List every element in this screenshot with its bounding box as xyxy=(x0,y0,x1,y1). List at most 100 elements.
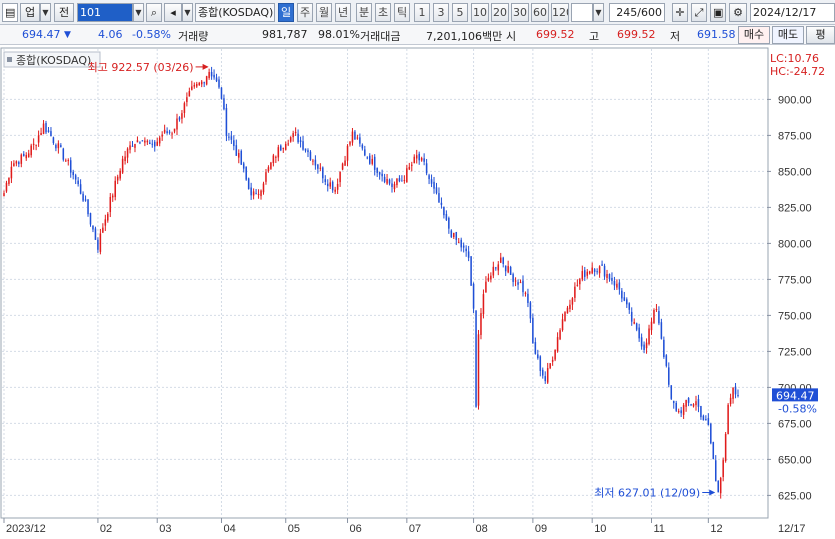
candle-body xyxy=(356,137,359,139)
candle-body xyxy=(383,176,386,182)
candle-body xyxy=(62,148,65,160)
candle-body xyxy=(307,150,309,153)
y-tick-label: 625.00 xyxy=(778,490,812,502)
candle-body xyxy=(697,399,700,407)
candle-body xyxy=(334,189,336,192)
interval-120-button[interactable]: 120 xyxy=(551,3,569,22)
period-month-button[interactable]: 월 xyxy=(316,3,332,22)
candle-body xyxy=(171,133,173,135)
candle-body xyxy=(687,398,690,403)
interval-dropdown-icon[interactable]: ▼ xyxy=(593,3,604,22)
candle-body xyxy=(655,309,658,311)
candle-body xyxy=(682,404,685,415)
candle-body xyxy=(319,167,322,169)
candle-body xyxy=(284,143,287,150)
candle-body xyxy=(183,103,186,113)
interval-3-button[interactable]: 3 xyxy=(433,3,449,22)
candle-body xyxy=(695,401,697,406)
candle-body xyxy=(252,191,255,196)
period-day-button[interactable]: 일 xyxy=(278,3,294,22)
candle-body xyxy=(349,141,351,145)
interval-60-button[interactable]: 60 xyxy=(531,3,549,22)
custom-interval-input[interactable] xyxy=(571,3,593,22)
save-icon[interactable]: ▣ xyxy=(710,3,726,22)
y-tick-label: 875.00 xyxy=(778,130,812,142)
candle-body xyxy=(25,155,28,159)
y-tick-label: 825.00 xyxy=(778,202,812,214)
candle-body xyxy=(517,282,519,285)
candle-body xyxy=(635,323,638,330)
search-icon[interactable]: ⌕ xyxy=(146,3,162,22)
candle-body xyxy=(653,309,655,324)
interval-10-button[interactable]: 10 xyxy=(471,3,489,22)
buy-button[interactable]: 매수 xyxy=(738,26,770,44)
count-input[interactable]: 245/600 xyxy=(609,3,665,22)
crosshair-icon[interactable]: ✛ xyxy=(672,3,688,22)
candle-body xyxy=(574,286,576,298)
candle-body xyxy=(677,411,680,413)
candle-body xyxy=(705,419,707,421)
candle-body xyxy=(8,177,10,184)
chart-type-icon[interactable]: ▤ xyxy=(2,3,18,22)
candle-body xyxy=(660,322,663,339)
zoom-icon[interactable]: ⤢ xyxy=(691,3,707,22)
candle-body xyxy=(176,118,178,130)
chevron-down-icon[interactable]: ▼ xyxy=(40,3,51,22)
interval-1-button[interactable]: 1 xyxy=(414,3,430,22)
candle-body xyxy=(465,248,467,252)
candle-body xyxy=(598,266,601,274)
candle-body xyxy=(124,156,126,161)
code-dropdown-icon[interactable]: ▼ xyxy=(133,3,144,22)
candle-body xyxy=(77,180,79,185)
period-week-button[interactable]: 주 xyxy=(297,3,313,22)
interval-30-button[interactable]: 30 xyxy=(511,3,529,22)
candle-body xyxy=(205,76,208,85)
candle-body xyxy=(445,213,448,220)
x-tick-label: 12 xyxy=(710,523,722,535)
market-type-button[interactable]: 전 xyxy=(54,3,74,22)
candle-body xyxy=(633,322,635,324)
lc-label: LC:10.76 xyxy=(770,52,819,65)
candle-body xyxy=(322,167,324,179)
speaker-icon[interactable]: ◂ xyxy=(164,3,182,22)
candle-body xyxy=(707,418,710,426)
candle-body xyxy=(621,290,623,299)
candle-body xyxy=(415,155,418,159)
candle-body xyxy=(455,232,458,240)
price-chart[interactable]: 625.00650.00675.00700.00725.00750.00775.… xyxy=(0,46,835,539)
period-second-button[interactable]: 초 xyxy=(375,3,391,22)
candle-body xyxy=(141,140,144,142)
x-tick-label: 05 xyxy=(288,523,300,535)
x-tick-label: 03 xyxy=(159,523,171,535)
eval-button[interactable]: 평 xyxy=(806,26,835,44)
candle-body xyxy=(626,299,628,305)
candle-body xyxy=(69,160,72,173)
volume-value: 981,787 xyxy=(262,28,308,41)
candle-body xyxy=(460,239,462,248)
date-input[interactable]: 2024/12/17 xyxy=(750,3,835,22)
period-tick-button[interactable]: 틱 xyxy=(394,3,410,22)
candle-body xyxy=(537,354,539,359)
candle-body xyxy=(255,193,257,195)
candle-body xyxy=(346,145,349,161)
candle-body xyxy=(260,190,262,197)
speaker-dropdown-icon[interactable]: ▼ xyxy=(182,3,193,22)
candle-body xyxy=(270,162,272,169)
period-minute-button[interactable]: 분 xyxy=(356,3,372,22)
candle-body xyxy=(292,133,294,138)
hc-label: HC:-24.72 xyxy=(770,65,825,78)
period-year-button[interactable]: 년 xyxy=(335,3,351,22)
interval-20-button[interactable]: 20 xyxy=(491,3,509,22)
candle-body xyxy=(82,193,84,201)
candle-body xyxy=(87,199,89,215)
candle-body xyxy=(344,160,346,166)
sell-button[interactable]: 매도 xyxy=(772,26,804,44)
code-input[interactable]: 101 xyxy=(77,3,133,22)
candle-body xyxy=(658,311,660,324)
candle-body xyxy=(710,423,712,444)
gear-icon[interactable]: ⚙ xyxy=(729,3,747,22)
candle-body xyxy=(121,158,124,173)
market-select[interactable]: 업 xyxy=(20,3,40,22)
candle-body xyxy=(596,271,598,273)
interval-5-button[interactable]: 5 xyxy=(452,3,468,22)
